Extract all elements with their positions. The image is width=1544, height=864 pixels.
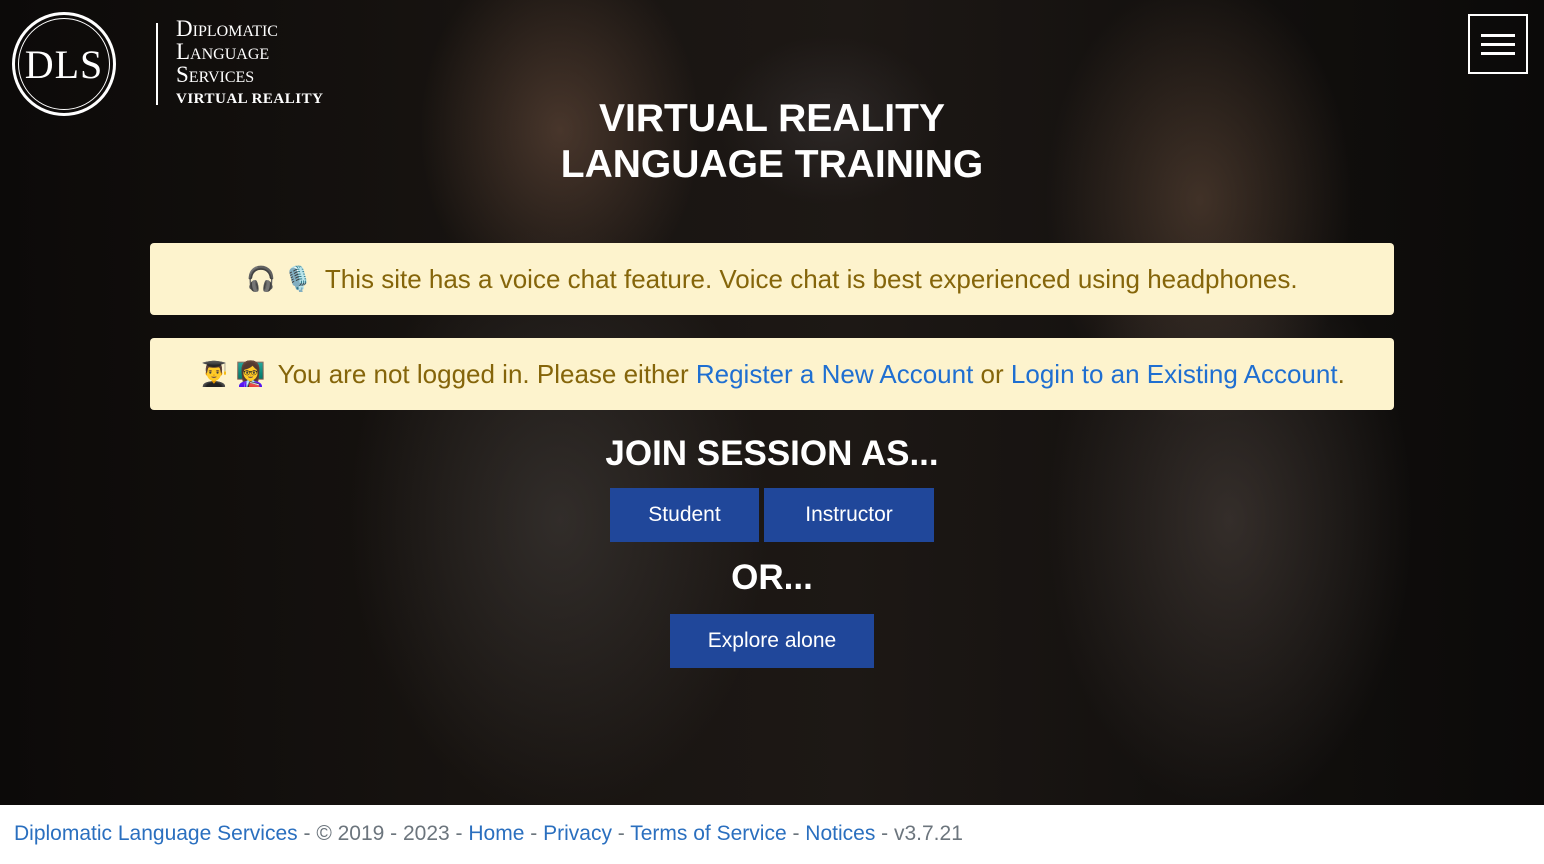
student-button[interactable]: Student: [610, 488, 759, 542]
footer-home-link[interactable]: Home: [468, 822, 524, 845]
hamburger-menu-icon: [1481, 33, 1515, 37]
logo-line-3: Services: [176, 62, 255, 87]
login-link[interactable]: Login to an Existing Account: [1011, 359, 1338, 390]
or-heading: OR...: [731, 558, 813, 597]
instructor-button[interactable]: Instructor: [764, 488, 934, 542]
footer: Diplomatic Language Services - © 2019 - …: [14, 822, 963, 846]
login-alert-suffix: .: [1337, 358, 1345, 389]
logo-line-1: Diplomatic: [176, 16, 278, 41]
footer-separator: -: [786, 822, 806, 845]
footer-separator: -: [524, 822, 544, 845]
hamburger-menu-button[interactable]: [1468, 14, 1528, 74]
voice-chat-alert-text: This site has a voice chat feature. Voic…: [324, 263, 1298, 294]
page-title: VIRTUAL REALITY LANGUAGE TRAINING: [0, 96, 1544, 188]
logo-mark: DLS: [24, 41, 104, 87]
footer-privacy-link[interactable]: Privacy: [543, 822, 612, 845]
footer-version: - v3.7.21: [875, 822, 963, 845]
logo-divider: [156, 23, 158, 105]
page-title-line-2: LANGUAGE TRAINING: [560, 143, 984, 186]
join-session-heading: JOIN SESSION AS...: [605, 434, 939, 473]
explore-alone-button[interactable]: Explore alone: [670, 614, 874, 668]
hamburger-menu-icon: [1481, 51, 1515, 55]
logo-line-2: Language: [176, 39, 270, 64]
login-alert-middle: or: [973, 358, 1011, 389]
login-alert-prefix: You are not logged in. Please either: [277, 358, 689, 389]
hamburger-menu-icon: [1481, 42, 1515, 46]
login-alert: 👨‍🎓 👩‍🏫 You are not logged in. Please ei…: [150, 338, 1394, 410]
footer-terms-link[interactable]: Terms of Service: [630, 822, 786, 845]
footer-copyright: - © 2019 - 2023 -: [297, 822, 469, 845]
headphone-microphone-icon: 🎧 🎙️: [246, 265, 313, 293]
student-teacher-icon: 👨‍🎓 👩‍🏫: [199, 360, 266, 388]
voice-chat-alert: 🎧 🎙️ This site has a voice chat feature.…: [150, 243, 1394, 315]
hero-background: DLS Diplomatic Language Services VIRTUAL…: [0, 0, 1544, 805]
footer-notices-link[interactable]: Notices: [805, 822, 875, 845]
footer-separator: -: [611, 822, 631, 845]
page-title-line-1: VIRTUAL REALITY: [599, 97, 945, 140]
footer-company-link[interactable]: Diplomatic Language Services: [14, 822, 298, 845]
register-link[interactable]: Register a New Account: [696, 359, 973, 390]
